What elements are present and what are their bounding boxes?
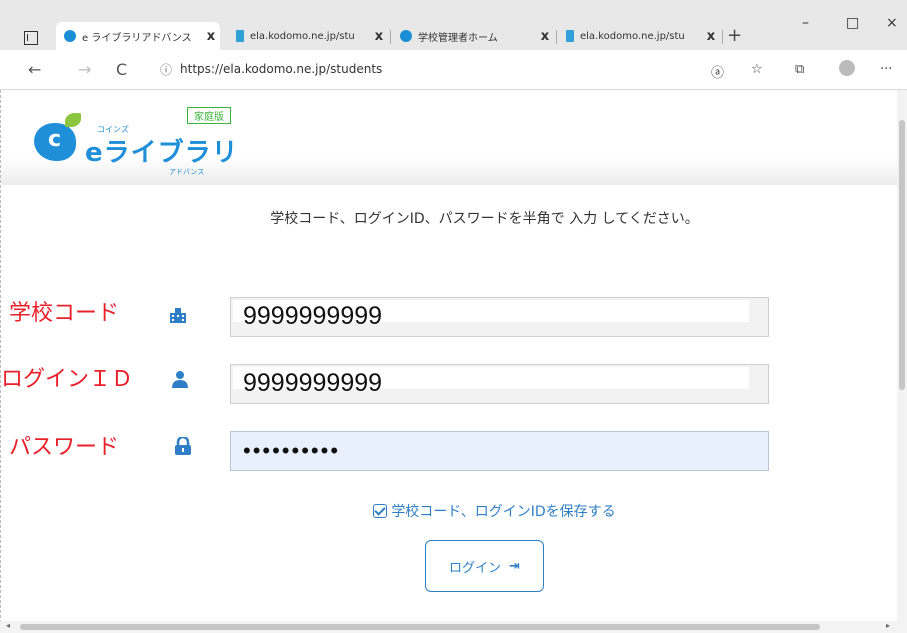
vertical-scrollbar[interactable] — [897, 90, 907, 633]
reload-button[interactable]: C — [116, 60, 127, 79]
password-input[interactable]: •••••••••• — [230, 431, 769, 471]
maximize-button[interactable]: □ — [846, 15, 859, 31]
scrollbar-thumb[interactable] — [20, 624, 820, 630]
profile-avatar[interactable] — [839, 60, 855, 76]
annotation-password: パスワード — [9, 435, 120, 460]
save-credentials-row[interactable]: 学校コード、ログインIDを保存する — [1, 501, 907, 521]
password-value: •••••••••• — [243, 438, 341, 463]
elibrary-icon — [400, 30, 412, 42]
home-edition-badge: 家庭版 — [187, 107, 231, 124]
tab-label: 学校管理者ホーム — [418, 32, 498, 44]
close-window-button[interactable]: × — [886, 15, 898, 31]
minimize-button[interactable]: – — [802, 15, 809, 31]
user-icon — [172, 371, 188, 388]
tab-bar: e ライブラリアドバンス x ela.kodomo.ne.jp/stu x 学校… — [0, 0, 907, 50]
login-button[interactable]: ログイン ⇥ — [425, 540, 544, 592]
browser-window: e ライブラリアドバンス x ela.kodomo.ne.jp/stu x 学校… — [0, 0, 907, 633]
scroll-left-icon[interactable]: ◂ — [6, 621, 10, 630]
tab-label: ela.kodomo.ne.jp/stu — [580, 30, 685, 42]
logo-leaf-icon — [65, 113, 81, 127]
horizontal-scrollbar[interactable]: ◂ ▸ — [0, 621, 897, 633]
logo-title: eライブラリ — [85, 138, 239, 168]
forward-button[interactable]: → — [78, 60, 91, 79]
bing-icon — [236, 30, 244, 42]
login-id-value: 9999999999 — [243, 369, 383, 397]
read-aloud-icon[interactable]: ⓐ — [711, 62, 724, 81]
new-tab-button[interactable]: + — [727, 25, 742, 46]
school-code-value: 9999999999 — [243, 302, 383, 330]
back-button[interactable]: ← — [28, 60, 41, 79]
annotation-school-code: 学校コード — [9, 301, 120, 326]
collections-icon[interactable]: ⧉ — [795, 62, 804, 77]
tab-label: e ライブラリアドバンス — [82, 32, 192, 44]
bing-icon — [566, 30, 574, 42]
url-text: https://ela.kodomo.ne.jp/students — [180, 62, 383, 76]
logo-advance: アドバンス — [169, 168, 205, 176]
tab-admin-home[interactable]: 学校管理者ホーム x — [392, 22, 554, 50]
tab-ela-students-2[interactable]: ela.kodomo.ne.jp/stu x — [558, 22, 720, 50]
school-code-input[interactable]: 9999999999 — [230, 297, 769, 337]
login-button-label: ログイン — [449, 560, 502, 576]
window-menu-icon[interactable] — [24, 31, 38, 45]
close-tab-icon[interactable]: x — [536, 29, 554, 44]
close-tab-icon[interactable]: x — [370, 29, 388, 44]
tab-divider — [722, 30, 723, 44]
info-icon[interactable]: ⓘ — [160, 61, 172, 78]
checkbox-checked-icon[interactable] — [373, 504, 388, 518]
login-arrow-icon: ⇥ — [509, 558, 520, 574]
annotation-login-id: ログインＩＤ — [1, 367, 134, 392]
login-id-input[interactable]: 9999999999 — [230, 364, 769, 404]
close-tab-icon[interactable]: x — [702, 29, 720, 44]
instruction-text: 学校コード、ログインID、パスワードを半角で 入力 してください。 — [270, 211, 699, 227]
url-field[interactable]: ⓘ https://ela.kodomo.ne.jp/students — [160, 54, 700, 84]
tab-label: ela.kodomo.ne.jp/stu — [250, 30, 355, 42]
tab-divider — [556, 30, 557, 44]
tab-elibrary[interactable]: e ライブラリアドバンス x — [56, 22, 220, 50]
tab-ela-students-1[interactable]: ela.kodomo.ne.jp/stu x — [228, 22, 388, 50]
save-credentials-label: 学校コード、ログインIDを保存する — [391, 504, 616, 520]
elibrary-icon — [64, 30, 76, 42]
building-icon — [170, 308, 186, 323]
scrollbar-thumb[interactable] — [899, 120, 905, 390]
more-menu-icon[interactable]: ··· — [880, 62, 892, 77]
close-tab-icon[interactable]: x — [202, 29, 220, 44]
tab-divider — [390, 30, 391, 44]
lock-icon — [175, 437, 191, 455]
page-content: コインズ eライブラリ アドバンス 家庭版 学校コード、ログインID、パスワード… — [0, 90, 907, 633]
site-header: コインズ eライブラリ アドバンス 家庭版 — [1, 90, 907, 185]
scroll-right-icon[interactable]: ▸ — [886, 621, 890, 630]
favorites-icon[interactable]: ☆ — [751, 62, 763, 77]
elibrary-logo-icon — [34, 123, 76, 161]
